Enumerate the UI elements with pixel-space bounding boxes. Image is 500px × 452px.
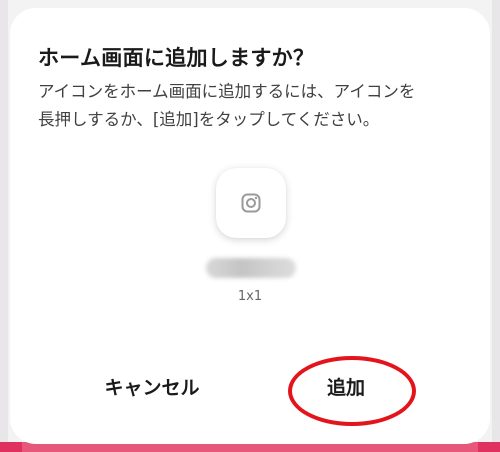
- add-button[interactable]: 追加: [276, 360, 416, 416]
- dialog-title: ホーム画面に追加しますか？: [38, 46, 315, 70]
- widget-preview-icon[interactable]: [216, 168, 286, 238]
- instagram-icon: [241, 193, 261, 213]
- widget-size-label: 1x1: [237, 289, 263, 304]
- cancel-button[interactable]: キャンセル: [72, 364, 232, 412]
- dialog-message-line-1: アイコンをホーム画面に追加するには、アイコンを: [38, 82, 416, 101]
- dialog-message: アイコンをホーム画面に追加するには、アイコンを 長押しするか、[追加]をタップし…: [38, 78, 468, 134]
- app-name-blurred: [206, 258, 296, 278]
- background-right-edge: [492, 0, 500, 452]
- add-to-home-dialog: ホーム画面に追加しますか？ アイコンをホーム画面に追加するには、アイコンを 長押…: [10, 8, 490, 444]
- background-corner-left: [0, 442, 22, 452]
- background-left-edge: [0, 0, 8, 452]
- background-corner-right: [478, 442, 500, 452]
- dialog-message-line-2: 長押しするか、[追加]をタップしてください。: [38, 110, 380, 129]
